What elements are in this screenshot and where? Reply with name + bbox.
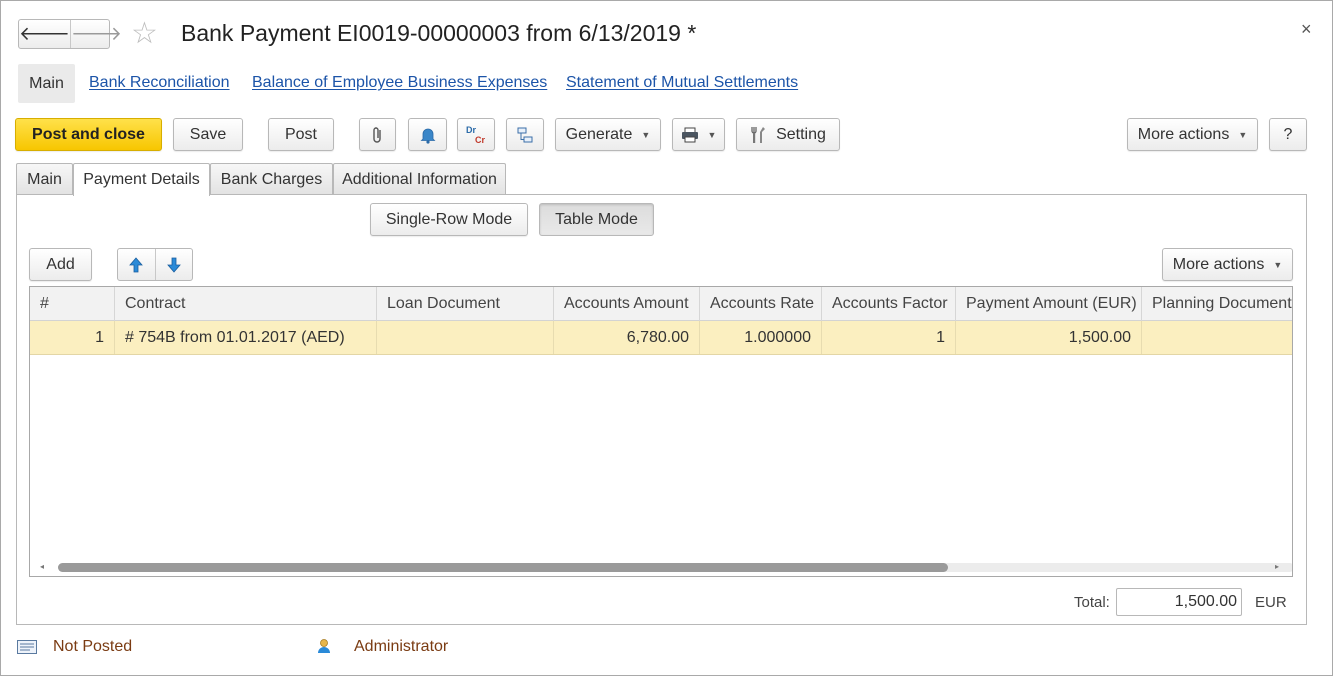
move-row-group (117, 248, 193, 281)
tab-payment-details[interactable]: Payment Details (73, 163, 210, 196)
payment-details-table[interactable]: # Contract Loan Document Accounts Amount… (29, 286, 1293, 577)
column-header-contract[interactable]: Contract (115, 287, 377, 321)
forward-arrow-icon[interactable]: 🡒 (71, 20, 122, 48)
dr-label: Dr (466, 124, 477, 135)
scroll-left-icon[interactable]: ◂ (40, 560, 44, 574)
history-nav: 🡐 🡒 (18, 19, 122, 49)
document-status-icon (17, 640, 37, 654)
back-arrow-icon[interactable]: 🡐 (19, 20, 71, 48)
grid-more-actions-label: More actions (1172, 255, 1265, 273)
scroll-right-icon[interactable]: ▸ (1275, 560, 1279, 574)
column-header-payment-amount[interactable]: Payment Amount (EUR) (956, 287, 1142, 321)
cr-label: Cr (475, 134, 486, 145)
generate-label: Generate (565, 125, 633, 143)
setting-label: Setting (776, 125, 826, 143)
tab-additional-information[interactable]: Additional Information (333, 163, 506, 195)
chevron-down-icon: ▼ (641, 129, 651, 140)
column-header-loan-document[interactable]: Loan Document (377, 287, 554, 321)
dr-cr-icon: Dr Cr (458, 124, 494, 146)
more-actions-dropdown[interactable]: More actions ▼ (1127, 118, 1258, 151)
structure-button[interactable] (506, 118, 544, 151)
add-row-button[interactable]: Add (29, 248, 92, 281)
user-icon (318, 639, 330, 653)
setting-button[interactable]: Setting (736, 118, 840, 151)
post-button[interactable]: Post (268, 118, 334, 151)
posting-status: Not Posted (53, 638, 133, 655)
cell-number[interactable]: 1 (30, 321, 115, 354)
dr-cr-button[interactable]: Dr Cr (457, 118, 495, 151)
cell-accounts-factor[interactable]: 1 (822, 321, 956, 354)
column-header-number[interactable]: # (30, 287, 115, 321)
single-row-mode-button[interactable]: Single-Row Mode (370, 203, 528, 236)
attach-button[interactable] (359, 118, 396, 151)
cell-loan-document[interactable] (377, 321, 554, 354)
nav-link-mutual-settlements[interactable]: Statement of Mutual Settlements (566, 74, 798, 92)
grid-more-actions-dropdown[interactable]: More actions ▼ (1162, 248, 1293, 281)
arrow-up-icon (129, 256, 144, 272)
generate-dropdown[interactable]: Generate ▼ (555, 118, 661, 151)
close-icon[interactable]: × (1301, 19, 1312, 40)
nav-main[interactable]: Main (18, 64, 75, 103)
cell-contract[interactable]: # 754B from 01.01.2017 (AED) (115, 321, 377, 354)
table-mode-button[interactable]: Table Mode (539, 203, 654, 236)
horizontal-scrollbar[interactable]: ◂ ▸ (30, 560, 1292, 574)
cell-payment-amount[interactable]: 1,500.00 (956, 321, 1142, 354)
scrollbar-thumb[interactable] (58, 563, 948, 572)
tab-main[interactable]: Main (16, 163, 73, 195)
chevron-down-icon: ▼ (707, 129, 717, 140)
reminder-button[interactable] (408, 118, 447, 151)
chevron-down-icon: ▼ (1238, 129, 1248, 140)
column-header-accounts-rate[interactable]: Accounts Rate (700, 287, 822, 321)
cell-planning-document[interactable] (1142, 321, 1292, 354)
printer-icon (681, 127, 698, 142)
table-header: # Contract Loan Document Accounts Amount… (30, 287, 1292, 321)
hierarchy-icon (517, 127, 533, 142)
column-header-accounts-factor[interactable]: Accounts Factor (822, 287, 956, 321)
nav-link-bank-reconciliation[interactable]: Bank Reconciliation (89, 74, 230, 92)
tab-bank-charges[interactable]: Bank Charges (210, 163, 333, 195)
tools-icon (751, 126, 766, 143)
print-dropdown[interactable]: ▼ (672, 118, 725, 151)
column-header-planning-document[interactable]: Planning Document (1142, 287, 1292, 321)
favorite-star-icon[interactable]: ☆ (131, 19, 158, 49)
cell-accounts-rate[interactable]: 1.000000 (700, 321, 822, 354)
help-button[interactable]: ? (1269, 118, 1307, 151)
bell-icon (420, 128, 435, 144)
total-label: Total: (1074, 594, 1110, 611)
post-and-close-button[interactable]: Post and close (15, 118, 162, 151)
author-name: Administrator (354, 638, 449, 655)
page-title: Bank Payment EI0019-00000003 from 6/13/2… (181, 20, 697, 46)
paperclip-icon (372, 126, 381, 143)
cell-accounts-amount[interactable]: 6,780.00 (554, 321, 700, 354)
move-up-button[interactable] (118, 249, 156, 280)
document-window: 🡐 🡒 ☆ Bank Payment EI0019-00000003 from … (0, 0, 1333, 676)
arrow-down-icon (166, 257, 181, 273)
total-currency: EUR (1255, 594, 1287, 611)
chevron-down-icon: ▼ (1273, 259, 1283, 270)
table-row[interactable]: 1 # 754B from 01.01.2017 (AED) 6,780.00 … (30, 321, 1292, 355)
column-header-accounts-amount[interactable]: Accounts Amount (554, 287, 700, 321)
save-button[interactable]: Save (173, 118, 243, 151)
more-actions-label: More actions (1137, 125, 1230, 143)
nav-link-employee-expenses[interactable]: Balance of Employee Business Expenses (252, 74, 547, 92)
move-down-button[interactable] (156, 249, 193, 280)
total-amount-field: 1,500.00 (1116, 588, 1242, 616)
